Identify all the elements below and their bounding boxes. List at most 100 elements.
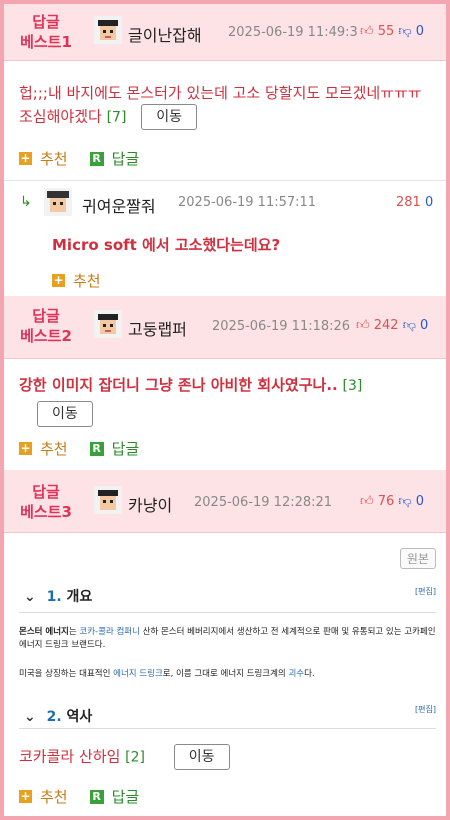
wiki-text: 는 bbox=[68, 627, 80, 637]
downvote-count: 0 bbox=[424, 195, 434, 210]
plus-icon: + bbox=[19, 151, 32, 165]
downvote-count: 0 bbox=[420, 318, 429, 333]
section-number: 2. bbox=[46, 709, 62, 725]
timestamp: 2025-06-19 11:18:26 bbox=[212, 319, 351, 334]
edit-link[interactable]: [편집] bbox=[415, 704, 436, 715]
recommend-label: 추천 bbox=[40, 440, 68, 458]
recommend-button[interactable]: + 추천 bbox=[19, 148, 68, 169]
wiki-text: 다. bbox=[304, 669, 315, 679]
recommend-button[interactable]: + 추천 bbox=[52, 270, 101, 291]
reply-button[interactable]: R 답글 bbox=[89, 786, 140, 807]
divider bbox=[4, 180, 446, 181]
wiki-section-heading: ⌄ 1. 개요 bbox=[24, 586, 92, 606]
wiki-bold-term: 몬스터 에너지 bbox=[19, 627, 69, 637]
recommend-label: 추천 bbox=[40, 788, 68, 806]
move-button[interactable]: 이동 bbox=[173, 744, 230, 770]
reply-actions: + 추천 bbox=[52, 270, 123, 291]
thumb-down-icon[interactable]: 👎︎ bbox=[398, 24, 411, 39]
reply-r-icon: R bbox=[89, 151, 104, 166]
section-title: 개요 bbox=[66, 589, 93, 605]
plus-icon: + bbox=[19, 789, 32, 803]
reply-label: 답글 bbox=[111, 150, 140, 168]
plus-icon: + bbox=[52, 273, 65, 287]
recommend-button[interactable]: + 추천 bbox=[19, 438, 68, 459]
avatar-icon[interactable] bbox=[94, 16, 122, 44]
comment-text: 헙;;;내 바지에도 몬스터가 있는데 고소 당할지도 모르겠네ㅠㅠㅠ 조심해야… bbox=[19, 84, 422, 126]
author-name[interactable]: 글이난잡해 bbox=[128, 22, 202, 46]
comment-text: 강한 이미지 잡더니 그냥 존나 아비한 회사였구나.. bbox=[19, 376, 338, 394]
vote-counts: 281 0 bbox=[396, 195, 433, 210]
best-label-2: 답글 베스트2 bbox=[20, 307, 72, 345]
upvote-count: 76 bbox=[377, 494, 395, 509]
avatar-icon[interactable] bbox=[94, 310, 122, 338]
comment-actions: + 추천 R 답글 bbox=[19, 148, 161, 169]
comment-text: 코카콜라 산하임 bbox=[19, 747, 121, 766]
divider bbox=[19, 612, 436, 613]
reply-text: Micro soft 에서 고소했다는데요? bbox=[52, 236, 281, 254]
move-button[interactable]: 이동 bbox=[141, 104, 197, 130]
recommend-button[interactable]: + 추천 bbox=[19, 786, 68, 807]
comment-actions: + 추천 R 답글 bbox=[19, 786, 161, 807]
timestamp: 2025-06-19 12:28:21 bbox=[194, 495, 333, 510]
recommend-label: 추천 bbox=[73, 272, 101, 290]
upvote-count: 242 bbox=[373, 318, 399, 333]
upvote-count: 55 bbox=[377, 24, 395, 39]
reply-label: 답글 bbox=[111, 440, 140, 458]
author-name[interactable]: 귀여운짤줘 bbox=[82, 193, 156, 217]
original-image-button[interactable]: 원본 bbox=[399, 548, 436, 569]
reply-count: [7] bbox=[106, 109, 127, 126]
wiki-link[interactable]: 코카-콜라 컴퍼니 bbox=[79, 627, 140, 637]
section-title: 역사 bbox=[66, 709, 93, 725]
comment-body: 강한 이미지 잡더니 그냥 존나 아비한 회사였구나.. [3] 이동 bbox=[19, 374, 431, 427]
reply-r-icon: R bbox=[89, 441, 104, 456]
wiki-text: 미국을 상징하는 대표적인 bbox=[19, 669, 114, 679]
author-name[interactable]: 고둥랩퍼 bbox=[128, 316, 187, 340]
edit-link[interactable]: [편집] bbox=[415, 586, 436, 597]
recommend-label: 추천 bbox=[40, 150, 68, 168]
upvote-count: 281 bbox=[396, 195, 421, 210]
comment-body: 코카콜라 산하임 [2] 이동 bbox=[19, 744, 431, 770]
vote-counts: 👍︎ 242 👎︎ 0 bbox=[356, 318, 428, 333]
vote-counts: 👍︎ 76 👎︎ 0 bbox=[360, 494, 424, 509]
wiki-paragraph: 미국을 상징하는 대표적인 에너지 드링크로, 이름 그대로 에너지 드링크계의… bbox=[19, 668, 436, 681]
wiki-excerpt-image: 원본 ⌄ 1. 개요 [편집] 몬스터 에너지는 코카-콜라 컴퍼니 산하 몬스… bbox=[19, 544, 436, 734]
move-button[interactable]: 이동 bbox=[37, 401, 93, 427]
author-name[interactable]: 카냥이 bbox=[128, 492, 172, 516]
thumb-down-icon[interactable]: 👎︎ bbox=[403, 318, 416, 333]
wiki-paragraph: 몬스터 에너지는 코카-콜라 컴퍼니 산하 몬스터 베버리지에서 생산하고 전 … bbox=[19, 626, 436, 652]
reply-label: 답글 bbox=[111, 788, 140, 806]
timestamp: 2025-06-19 11:49:3 bbox=[228, 25, 358, 40]
reply-count: [2] bbox=[125, 749, 145, 766]
reply-arrow-icon: ↳ bbox=[20, 194, 32, 210]
best-comment-header-1: 답글 베스트1 글이난잡해 2025-06-19 11:49:3 👍︎ 55 👎… bbox=[4, 4, 446, 61]
thumb-up-icon[interactable]: 👍︎ bbox=[360, 24, 374, 39]
chevron-down-icon: ⌄ bbox=[24, 709, 36, 725]
reply-button[interactable]: R 답글 bbox=[89, 438, 140, 459]
vote-counts: 👍︎ 55 👎︎ 0 bbox=[360, 24, 424, 39]
downvote-count: 0 bbox=[415, 24, 425, 39]
reply-button[interactable]: R 답글 bbox=[89, 148, 140, 169]
wiki-section-heading: ⌄ 2. 역사 bbox=[24, 706, 92, 726]
wiki-link[interactable]: 에너지 드링크 bbox=[113, 669, 163, 679]
comment-actions: + 추천 R 답글 bbox=[19, 438, 161, 459]
downvote-count: 0 bbox=[415, 494, 425, 509]
best-comment-header-2: 답글 베스트2 고둥랩퍼 2025-06-19 11:18:26 👍︎ 242 … bbox=[4, 296, 446, 359]
avatar-icon[interactable] bbox=[44, 188, 72, 216]
reply-r-icon: R bbox=[89, 789, 104, 804]
reply-count: [3] bbox=[342, 378, 363, 394]
chevron-down-icon: ⌄ bbox=[24, 589, 36, 605]
plus-icon: + bbox=[19, 441, 32, 455]
wiki-text: 로, 이름 그대로 에너지 드링크계의 bbox=[162, 669, 289, 679]
best-label-1: 답글 베스트1 bbox=[20, 13, 72, 51]
best-comment-header-3: 답글 베스트3 카냥이 2025-06-19 12:28:21 👍︎ 76 👎︎… bbox=[4, 470, 446, 533]
comment-frame: 답글 베스트1 글이난잡해 2025-06-19 11:49:3 👍︎ 55 👎… bbox=[4, 4, 446, 816]
wiki-link[interactable]: 괴수 bbox=[288, 669, 304, 679]
divider bbox=[19, 728, 436, 729]
section-number: 1. bbox=[46, 589, 62, 605]
reply-comment: ↳ 귀여운짤줘 2025-06-19 11:57:11 281 0 Micro … bbox=[4, 184, 446, 296]
thumb-up-icon[interactable]: 👍︎ bbox=[356, 318, 370, 333]
thumb-up-icon[interactable]: 👍︎ bbox=[360, 494, 374, 509]
thumb-down-icon[interactable]: 👎︎ bbox=[398, 494, 411, 509]
comment-body: 헙;;;내 바지에도 몬스터가 있는데 고소 당할지도 모르겠네ㅠㅠㅠ 조심해야… bbox=[19, 82, 431, 130]
avatar-icon[interactable] bbox=[94, 486, 122, 514]
